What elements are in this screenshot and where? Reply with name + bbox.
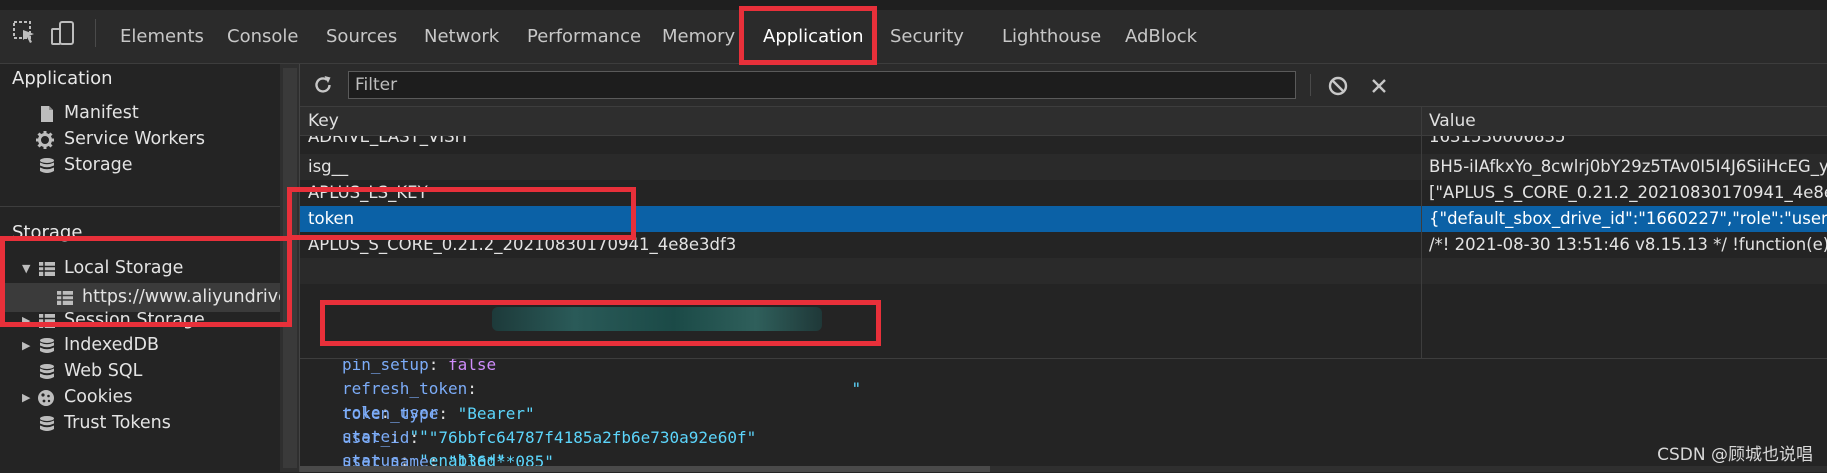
tab-memory[interactable]: Memory bbox=[662, 10, 735, 63]
tab-elements[interactable]: Elements bbox=[120, 10, 204, 63]
row-value: 1631530006835 bbox=[1429, 136, 1566, 146]
filter-toolbar bbox=[300, 64, 1827, 107]
expand-arrow-icon[interactable]: ▶ bbox=[22, 383, 30, 412]
sidebar-item-label: Storage bbox=[64, 155, 133, 175]
tab-console[interactable]: Console bbox=[227, 10, 298, 63]
grid-icon bbox=[57, 291, 73, 305]
tab-network[interactable]: Network bbox=[424, 10, 499, 63]
scrollbar-thumb[interactable] bbox=[283, 68, 297, 468]
preview-value: "136***085" bbox=[447, 452, 554, 466]
refresh-icon[interactable] bbox=[312, 74, 334, 96]
preview-key: pin_setup bbox=[342, 358, 429, 374]
database-icon bbox=[40, 338, 54, 353]
row-key: ADRIVE_LAST_VISIT bbox=[308, 136, 470, 146]
watermark: CSDN @顾城也说唱 bbox=[1657, 445, 1813, 465]
sidebar-item-web-sql[interactable]: Web SQL bbox=[0, 357, 280, 386]
table-row[interactable]: APLUS_S_CORE_0.21.2_20210830170941_4e8e3… bbox=[300, 232, 1827, 258]
row-key: APLUS_LS_KEY bbox=[308, 183, 428, 202]
tab-adblock[interactable]: AdBlock bbox=[1125, 10, 1197, 63]
toolbar-separator bbox=[95, 19, 96, 47]
sidebar-item-service-workers[interactable]: Service Workers bbox=[0, 125, 280, 154]
sidebar-item-manifest[interactable]: Manifest bbox=[0, 99, 280, 128]
table-row-empty bbox=[300, 258, 1827, 284]
close-icon[interactable] bbox=[1368, 75, 1390, 97]
grid-icon bbox=[39, 262, 55, 276]
column-header-value[interactable]: Value bbox=[1429, 107, 1476, 135]
expand-arrow-icon[interactable]: ▼ bbox=[22, 254, 30, 283]
database-icon bbox=[40, 364, 54, 379]
preview-key: user_name bbox=[342, 452, 429, 466]
tab-performance[interactable]: Performance bbox=[527, 10, 641, 63]
application-sidebar: Application Manifest Service Workers Sto… bbox=[0, 64, 280, 472]
sidebar-divider bbox=[0, 206, 280, 207]
sidebar-item-label: Cookies bbox=[64, 387, 133, 407]
preview-line: refresh_token: " bbox=[342, 379, 862, 398]
window-top-strip bbox=[0, 0, 1827, 10]
sidebar-item-label: Trust Tokens bbox=[64, 413, 171, 433]
row-key: token bbox=[308, 209, 355, 228]
sidebar-item-label: Service Workers bbox=[64, 129, 206, 149]
preview-key: refresh_token bbox=[342, 379, 468, 398]
tab-lighthouse[interactable]: Lighthouse bbox=[1002, 10, 1101, 63]
preview-value: false bbox=[447, 358, 497, 374]
tab-security[interactable]: Security bbox=[890, 10, 964, 63]
preview-value: "76bbfc64787f4185a2fb6e730a92e60f" bbox=[428, 428, 757, 447]
tab-application[interactable]: Application bbox=[763, 10, 864, 63]
toolbar-separator bbox=[1310, 74, 1311, 96]
preview-value: " bbox=[851, 379, 862, 398]
preview-key: token_type bbox=[342, 404, 439, 423]
preview-line: token_type: "Bearer" bbox=[342, 404, 535, 423]
row-value: /*! 2021-08-30 13:51:46 v8.15.13 */ !fun… bbox=[1429, 235, 1827, 254]
tab-sources[interactable]: Sources bbox=[326, 10, 397, 63]
device-toggle-icon[interactable] bbox=[50, 20, 76, 46]
table-row[interactable]: ADRIVE_LAST_VISIT 1631530006835 bbox=[300, 136, 1827, 154]
gear-icon bbox=[36, 131, 54, 149]
row-key: isg__ bbox=[308, 157, 349, 176]
sidebar-item-label: Web SQL bbox=[64, 361, 143, 381]
preview-line: pin_setup: false bbox=[342, 358, 497, 374]
preview-line: user_id: "76bbfc64787f4185a2fb6e730a92e6… bbox=[342, 428, 757, 447]
table-header: Key Value bbox=[300, 107, 1827, 136]
preview-value: "Bearer" bbox=[457, 404, 535, 423]
filter-input[interactable] bbox=[348, 71, 1296, 99]
sidebar-item-indexeddb[interactable]: ▶ IndexedDB bbox=[0, 331, 280, 360]
sidebar-item-label: Manifest bbox=[64, 103, 139, 123]
scrollbar-thumb[interactable] bbox=[300, 466, 990, 472]
row-value: BH5-iIAfkxYo_8cwlrj0bY29z5TAv0I5I4J6SiiH… bbox=[1429, 157, 1827, 176]
sidebar-item-trust-tokens[interactable]: Trust Tokens bbox=[0, 409, 280, 438]
grid-icon bbox=[39, 314, 55, 328]
row-value: ["APLUS_S_CORE_0.21.2_20210830170941_4e8… bbox=[1429, 183, 1827, 202]
sidebar-scrollbar[interactable] bbox=[280, 64, 300, 472]
row-value: {"default_sbox_drive_id":"1660227","role… bbox=[1429, 209, 1827, 228]
sidebar-item-label: IndexedDB bbox=[64, 335, 159, 355]
preview-key: user_id bbox=[342, 428, 410, 447]
sidebar-item-local-storage[interactable]: ▼ Local Storage bbox=[0, 254, 280, 283]
database-icon bbox=[40, 158, 54, 173]
file-icon bbox=[41, 106, 53, 122]
sidebar-heading-storage: Storage bbox=[12, 222, 83, 243]
row-key: APLUS_S_CORE_0.21.2_20210830170941_4e8e3… bbox=[308, 235, 737, 254]
sidebar-item-cookies[interactable]: ▶ Cookies bbox=[0, 383, 280, 412]
sidebar-heading-application: Application bbox=[12, 68, 113, 89]
block-icon[interactable] bbox=[1327, 75, 1349, 97]
sidebar-item-label: Local Storage bbox=[64, 258, 184, 278]
horizontal-scrollbar[interactable] bbox=[300, 466, 1827, 472]
table-row-selected[interactable]: token {"default_sbox_drive_id":"1660227"… bbox=[300, 206, 1827, 232]
devtools-tab-bar: Elements Console Sources Network Perform… bbox=[0, 0, 1827, 64]
element-picker-icon[interactable] bbox=[12, 20, 38, 46]
table-row[interactable]: APLUS_LS_KEY ["APLUS_S_CORE_0.21.2_20210… bbox=[300, 180, 1827, 206]
table-row[interactable]: isg__ BH5-iIAfkxYo_8cwlrj0bY29z5TAv0I5I4… bbox=[300, 154, 1827, 180]
cookie-icon bbox=[38, 390, 54, 406]
column-divider[interactable] bbox=[1421, 107, 1422, 358]
database-icon bbox=[40, 416, 54, 431]
sidebar-item-storage[interactable]: Storage bbox=[0, 151, 280, 180]
expand-arrow-icon[interactable]: ▶ bbox=[22, 331, 30, 360]
redacted-token-value bbox=[492, 307, 822, 331]
preview-line: user_name: "136***085" bbox=[342, 452, 554, 466]
column-header-key[interactable]: Key bbox=[308, 107, 339, 135]
